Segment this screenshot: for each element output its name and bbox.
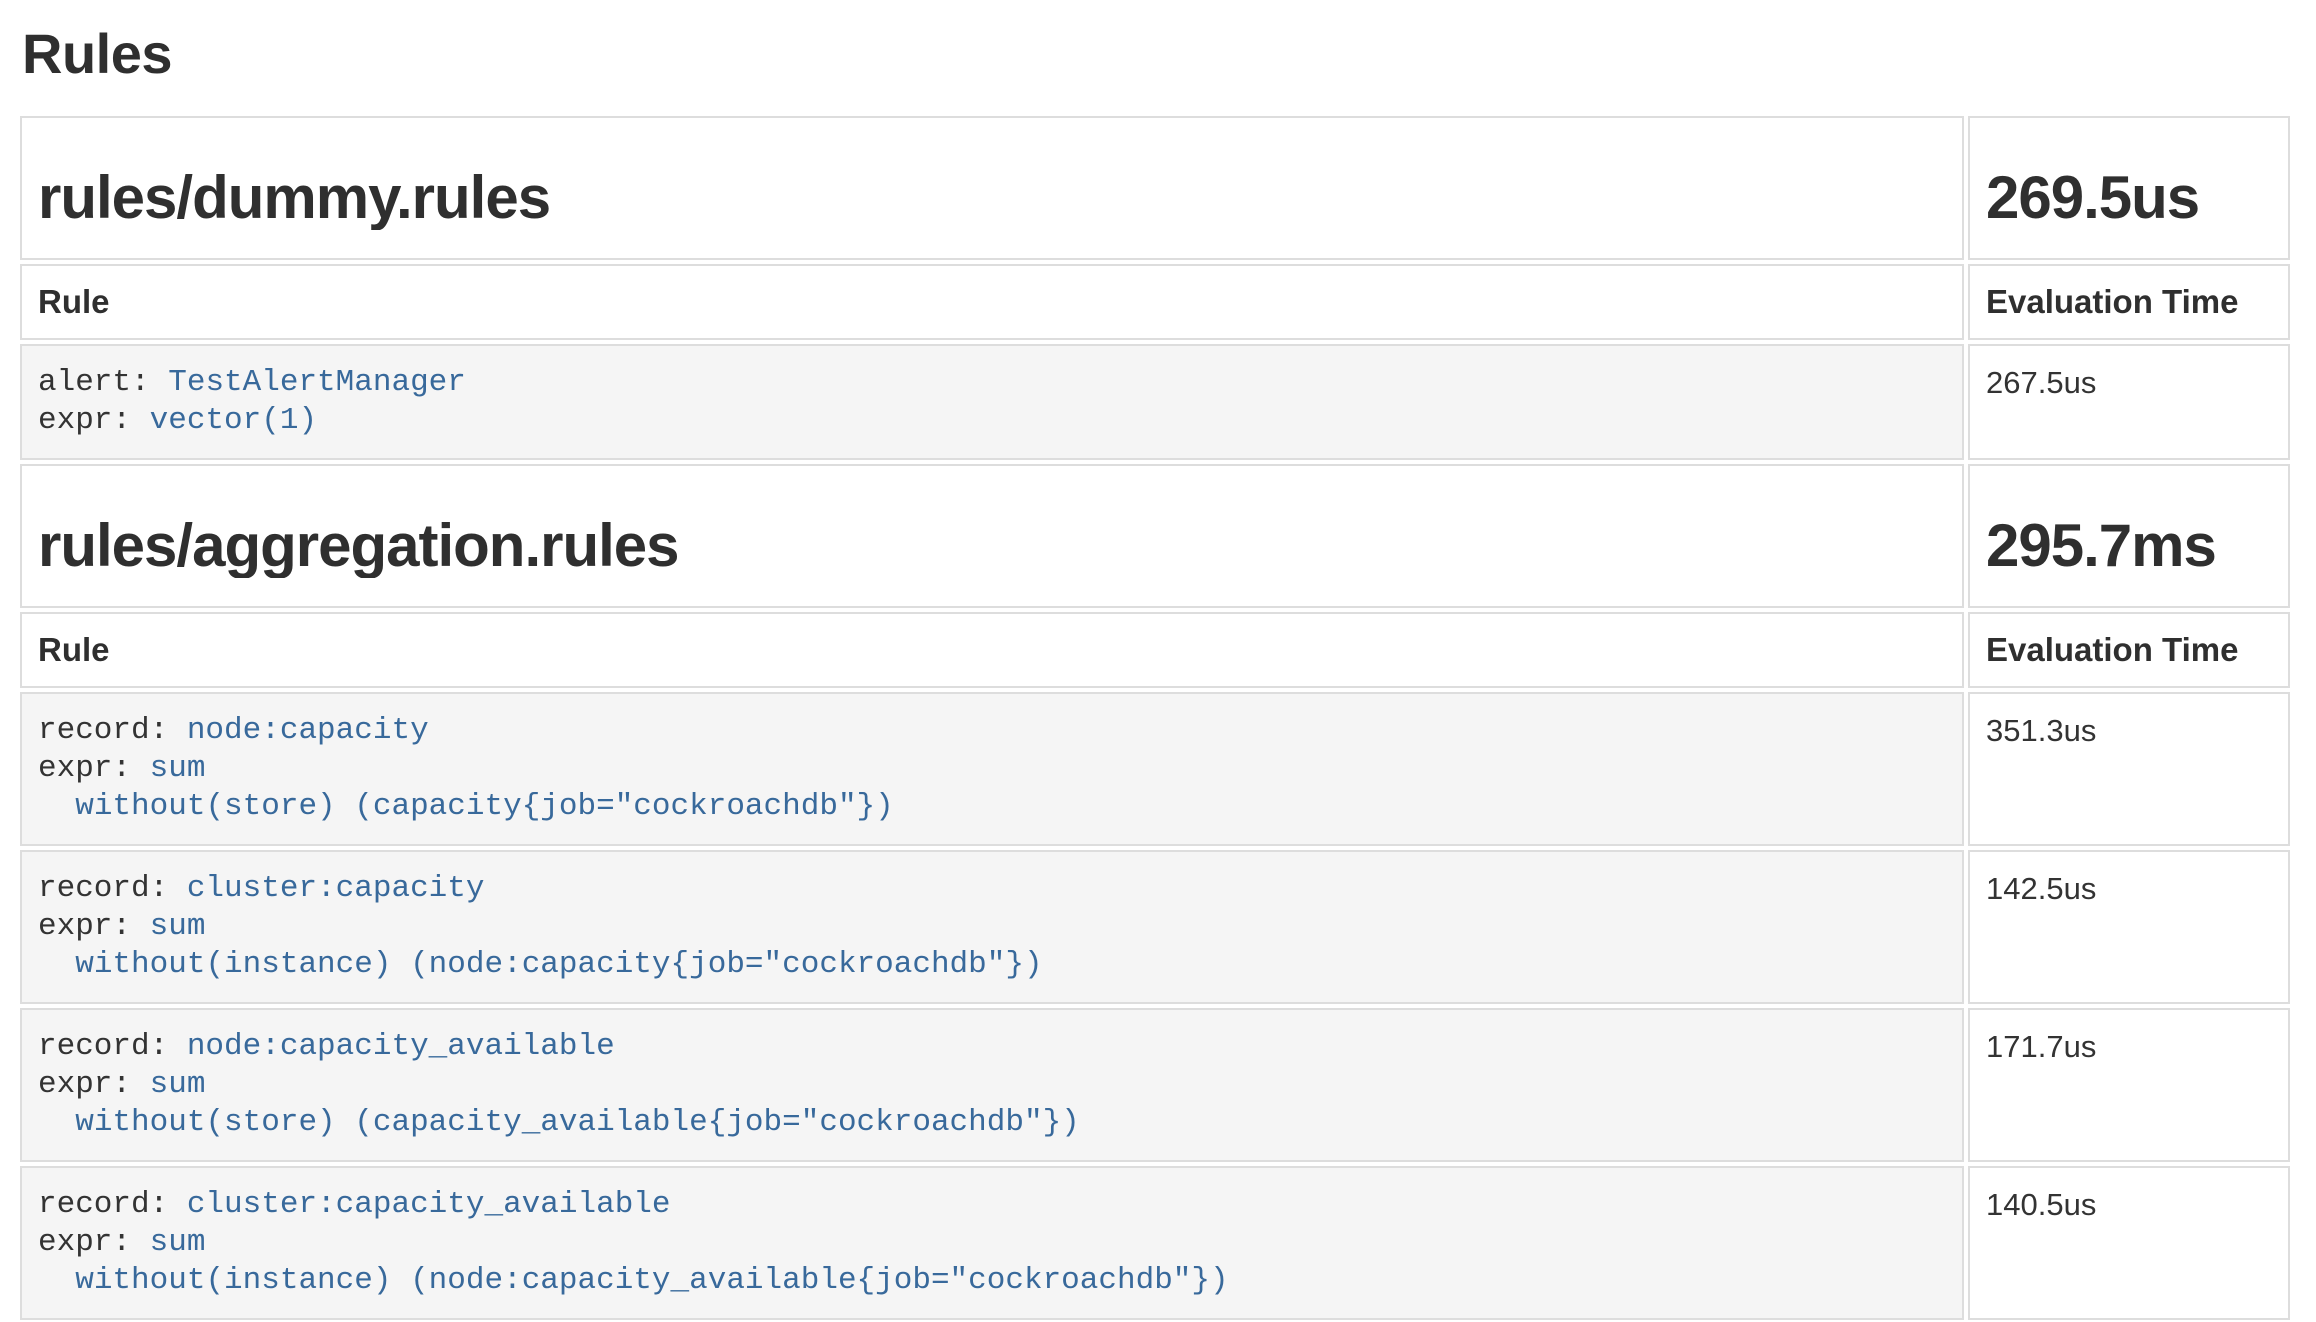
rule-row: record: cluster:capacityexpr: sum withou… [20,850,2290,1004]
rule-code-line: expr: sum [38,750,1946,788]
rule-code: record: cluster:capacityexpr: sum withou… [38,870,1946,984]
rule-keyword [38,789,75,824]
eval-column-header: Evaluation Time [1968,264,2290,340]
rule-code-line: record: cluster:capacity_available [38,1186,1946,1224]
rule-row: record: node:capacityexpr: sum without(s… [20,692,2290,846]
rule-code-line: record: cluster:capacity [38,870,1946,908]
rule-cell: record: cluster:capacity_availableexpr: … [20,1166,1964,1320]
rule-link[interactable]: without(instance) (node:capacity{job="co… [75,947,1042,982]
rule-keyword: expr: [38,1225,150,1260]
rule-link[interactable]: without(store) (capacity_available{job="… [75,1105,1080,1140]
rules-table-body: rules/dummy.rules 269.5us Rule Evaluation T… [20,116,2290,1320]
rule-code-line: expr: sum [38,1066,1946,1104]
rule-keyword: expr: [38,1067,150,1102]
rule-keyword: record: [38,1029,187,1064]
rule-keyword [38,1105,75,1140]
rule-link[interactable]: sum [150,751,206,786]
rule-eval-time-cell: 140.5us [1968,1166,2290,1320]
rule-code-line: without(store) (capacity_available{job="… [38,1104,1946,1142]
rule-keyword: expr: [38,403,150,438]
rule-keyword [38,1263,75,1298]
rule-keyword [38,947,75,982]
rule-group-row: rules/dummy.rules 269.5us [20,116,2290,260]
rule-group-file-cell: rules/aggregation.rules [20,464,1964,608]
rule-column-label: Rule [38,631,110,668]
eval-column-label: Evaluation Time [1986,631,2238,668]
rule-code-line: expr: sum [38,908,1946,946]
rule-group-row: rules/aggregation.rules 295.7ms [20,464,2290,608]
rule-row: alert: TestAlertManagerexpr: vector(1)26… [20,344,2290,460]
rule-group-file: rules/aggregation.rules [38,514,1946,578]
rule-link[interactable]: cluster:capacity_available [187,1187,671,1222]
rule-group-eval-cell: 295.7ms [1968,464,2290,608]
rule-link[interactable]: sum [150,1225,206,1260]
rule-eval-time-cell: 142.5us [1968,850,2290,1004]
rule-link[interactable]: node:capacity_available [187,1029,615,1064]
rule-group-eval-cell: 269.5us [1968,116,2290,260]
rule-code: alert: TestAlertManagerexpr: vector(1) [38,364,1946,440]
rule-link[interactable]: vector(1) [150,403,317,438]
rule-group-eval-time: 269.5us [1986,166,2272,230]
rule-link[interactable]: cluster:capacity [187,871,485,906]
rule-code: record: cluster:capacity_availableexpr: … [38,1186,1946,1300]
eval-column-header: Evaluation Time [1968,612,2290,688]
rule-group-file-cell: rules/dummy.rules [20,116,1964,260]
rule-keyword: expr: [38,909,150,944]
rule-code-line: expr: vector(1) [38,402,1946,440]
column-header-row: Rule Evaluation Time [20,612,2290,688]
rule-keyword: record: [38,871,187,906]
rule-column-header: Rule [20,612,1964,688]
rule-code: record: node:capacity_availableexpr: sum… [38,1028,1946,1142]
rule-code-line: without(store) (capacity{job="cockroachd… [38,788,1946,826]
rule-link[interactable]: without(store) (capacity{job="cockroachd… [75,789,894,824]
rule-code-line: expr: sum [38,1224,1946,1262]
rule-link[interactable]: TestAlertManager [168,365,466,400]
rule-cell: record: node:capacityexpr: sum without(s… [20,692,1964,846]
rule-row: record: node:capacity_availableexpr: sum… [20,1008,2290,1162]
rule-code-line: alert: TestAlertManager [38,364,1946,402]
rule-keyword: alert: [38,365,168,400]
rule-cell: record: cluster:capacityexpr: sum withou… [20,850,1964,1004]
rule-link[interactable]: sum [150,1067,206,1102]
rule-code-line: record: node:capacity [38,712,1946,750]
rule-link[interactable]: node:capacity [187,713,429,748]
rule-column-label: Rule [38,283,110,320]
rule-row: record: cluster:capacity_availableexpr: … [20,1166,2290,1320]
rule-keyword: expr: [38,751,150,786]
column-header-row: Rule Evaluation Time [20,264,2290,340]
rule-code: record: node:capacityexpr: sum without(s… [38,712,1946,826]
rule-column-header: Rule [20,264,1964,340]
rule-group-file: rules/dummy.rules [38,166,1946,230]
rule-cell: record: node:capacity_availableexpr: sum… [20,1008,1964,1162]
rule-keyword: record: [38,713,187,748]
rule-cell: alert: TestAlertManagerexpr: vector(1) [20,344,1964,460]
rule-group-eval-time: 295.7ms [1986,514,2272,578]
rule-code-line: without(instance) (node:capacity{job="co… [38,946,1946,984]
rule-code-line: record: node:capacity_available [38,1028,1946,1066]
rule-eval-time-cell: 171.7us [1968,1008,2290,1162]
rule-eval-time-cell: 267.5us [1968,344,2290,460]
rule-link[interactable]: sum [150,909,206,944]
page-title: Rules [22,22,2294,86]
rule-keyword: record: [38,1187,187,1222]
rule-link[interactable]: without(instance) (node:capacity_availab… [75,1263,1228,1298]
rule-eval-time-cell: 351.3us [1968,692,2290,846]
rule-code-line: without(instance) (node:capacity_availab… [38,1262,1946,1300]
rules-table: rules/dummy.rules 269.5us Rule Evaluation T… [16,112,2294,1322]
eval-column-label: Evaluation Time [1986,283,2238,320]
